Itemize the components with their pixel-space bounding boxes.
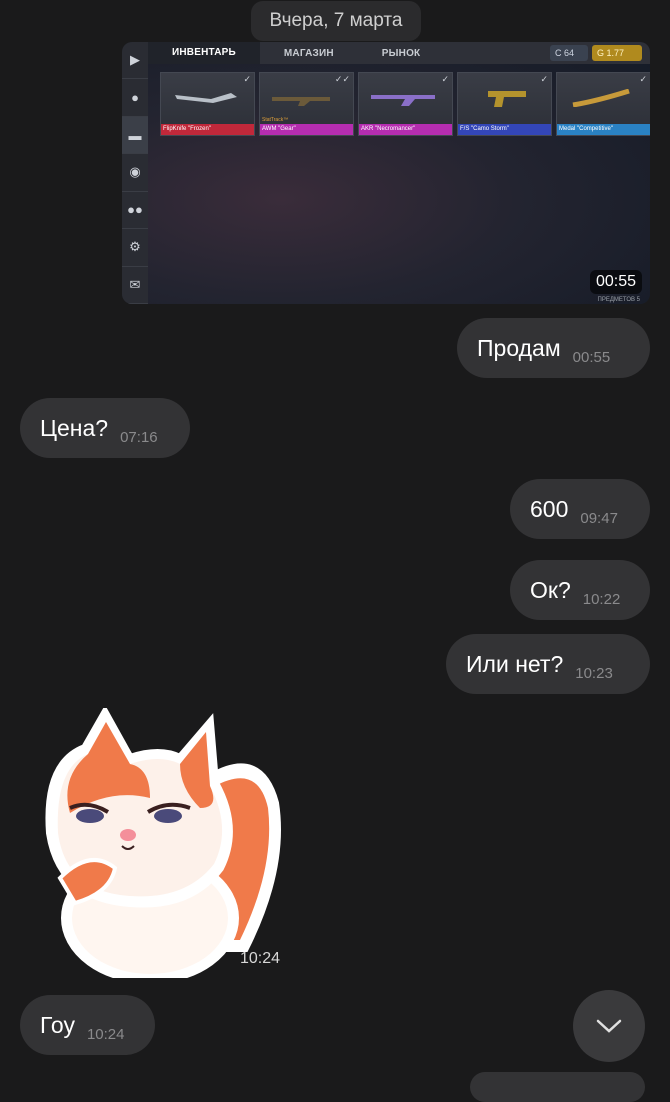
message-outgoing[interactable]: 600 09:47	[510, 479, 650, 539]
check-icon: ✓	[639, 74, 647, 84]
item-label: Medal "Competitive"	[557, 124, 650, 135]
message-text: Или нет?	[466, 650, 564, 677]
inventory-item: ✓ AKR "Necromancer"	[358, 72, 453, 136]
tab-shop: МАГАЗИН	[283, 47, 334, 59]
mail-icon: ✉	[122, 267, 148, 304]
inventory-item: ✓✓ StatTrack™ AWM "Gear"	[259, 72, 354, 136]
message-time: 10:23	[575, 664, 613, 682]
message-time: 09:47	[580, 509, 618, 527]
rifle-icon	[272, 97, 330, 106]
gold-amount: 1.77	[606, 48, 625, 58]
check-icon: ✓	[540, 74, 548, 84]
inventory-item: ✓ FlipKnife "Frozen"	[160, 72, 255, 136]
inventory-item: ✓ F/S "Camo Storm"	[457, 72, 552, 136]
silver-balance: C 64	[550, 45, 588, 61]
item-label: FlipKnife "Frozen"	[161, 124, 254, 135]
check-icon: ✓	[441, 74, 449, 84]
scroll-down-button[interactable]	[573, 990, 645, 1062]
date-separator: Вчера, 7 марта	[251, 1, 421, 41]
message-text: Цена?	[40, 414, 109, 441]
game-tabbar: ИНВЕНТАРЬ МАГАЗИН РЫНОК C 64 G 1.77	[148, 42, 650, 64]
play-icon: ▶	[122, 42, 148, 80]
message-outgoing[interactable]: Или нет? 10:23	[446, 634, 650, 694]
pistol-icon	[488, 91, 526, 107]
item-label: AKR "Necromancer"	[359, 124, 452, 135]
gold-balance: G 1.77	[592, 45, 642, 61]
message-text: 600	[530, 495, 569, 522]
inventory-grid: ✓ FlipKnife "Frozen" ✓✓ StatTrack™ AWM "…	[160, 72, 650, 136]
game-sidebar: ▶ ● ▬ ◉ ●● ⚙ ✉	[122, 42, 148, 304]
case-icon: ◉	[122, 154, 148, 192]
silver-amount: 64	[564, 48, 575, 58]
item-label: F/S "Camo Storm"	[458, 124, 551, 135]
weapon-icon: ▬	[122, 116, 148, 155]
message-time: 00:55	[572, 348, 611, 366]
message-text: Ок?	[530, 576, 571, 603]
item-label: AWM "Gear"	[260, 124, 353, 135]
message-outgoing-partial[interactable]	[470, 1072, 645, 1102]
message-incoming[interactable]: Цена? 07:16	[20, 398, 190, 458]
video-message[interactable]: ▶ ● ▬ ◉ ●● ⚙ ✉ ИНВЕНТАРЬ МАГАЗИН РЫНОК C…	[122, 42, 650, 304]
check-icon: ✓	[243, 74, 251, 84]
message-incoming[interactable]: Гоу 10:24	[20, 995, 155, 1055]
friends-icon: ●●	[122, 192, 148, 230]
tab-market: РЫНОК	[381, 47, 421, 59]
inventory-item: ✓ Medal "Competitive"	[556, 72, 650, 136]
media-duration: 00:55	[589, 270, 642, 294]
message-text: Продам	[477, 334, 561, 361]
message-outgoing[interactable]: Ок? 10:22	[510, 560, 650, 620]
gear-icon: ⚙	[122, 229, 148, 267]
stattrack-badge: StatTrack™	[262, 117, 289, 123]
sticker-time: 10:24	[240, 950, 281, 967]
message-outgoing[interactable]: Продам 00:55	[457, 318, 650, 378]
items-count: ПРЕДМЕТОВ 5	[597, 297, 640, 303]
message-text: Гоу	[40, 1011, 75, 1038]
check-icon: ✓✓	[334, 74, 350, 84]
profile-icon: ●	[122, 79, 148, 117]
rifle-icon	[371, 95, 435, 106]
message-time: 07:16	[120, 428, 158, 446]
medal-icon	[572, 89, 630, 107]
knife-icon	[175, 93, 237, 103]
message-time: 10:22	[582, 590, 621, 608]
chevron-down-icon	[596, 1019, 622, 1033]
cat-sticker[interactable]	[30, 708, 290, 978]
message-time: 10:24	[86, 1025, 125, 1043]
tab-inventory: ИНВЕНТАРЬ	[148, 42, 260, 64]
